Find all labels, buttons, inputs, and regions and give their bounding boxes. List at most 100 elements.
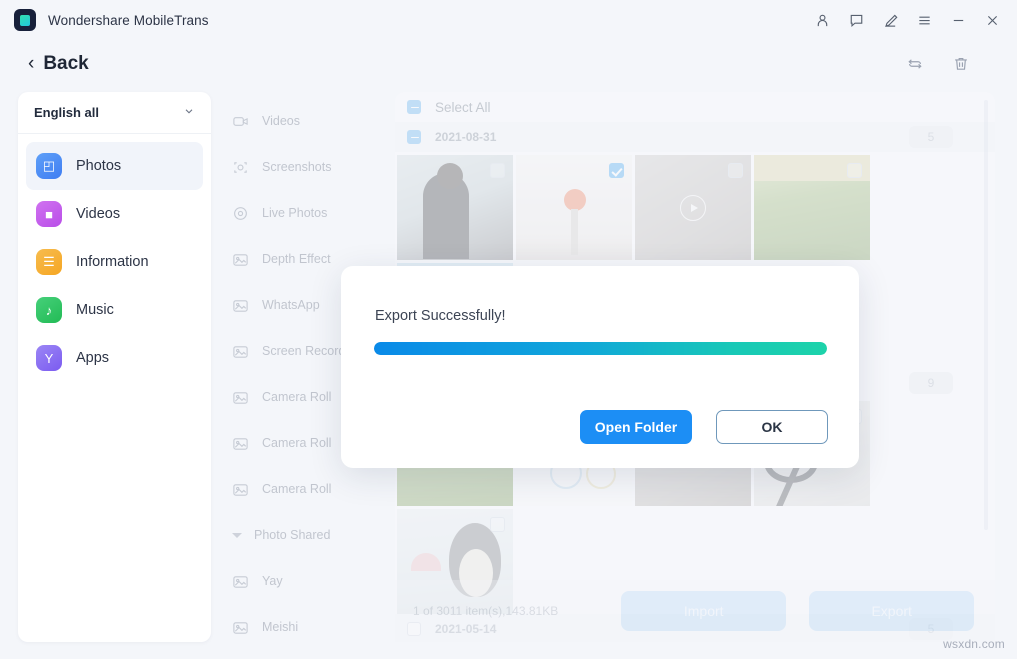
photo-icon xyxy=(232,619,249,636)
mushroom-shape xyxy=(411,553,441,571)
bottom-bar: 1 of 3011 item(s),143.81KB Import Export xyxy=(395,580,995,642)
dialog-actions: Open Folder OK xyxy=(580,410,828,444)
select-all-row[interactable]: Select All xyxy=(395,92,995,122)
thumb-video[interactable] xyxy=(635,155,751,260)
category-item-label: Camera Roll xyxy=(262,390,331,404)
category-item-label: Camera Roll xyxy=(262,436,331,450)
photo-icon xyxy=(232,435,249,452)
thumbnail-checkbox[interactable] xyxy=(490,163,505,178)
trash-icon[interactable] xyxy=(951,54,971,74)
screenshot-icon xyxy=(232,159,249,176)
sidebar-item-photos[interactable]: ◰ Photos xyxy=(26,142,203,190)
caret-down-icon xyxy=(232,533,242,538)
music-icon: ♪ xyxy=(36,297,62,323)
category-item-label: Yay xyxy=(262,574,283,588)
export-button[interactable]: Export xyxy=(809,591,974,631)
app-title: Wondershare MobileTrans xyxy=(48,13,209,28)
photos-icon: ◰ xyxy=(36,153,62,179)
category-item-videos[interactable]: Videos xyxy=(220,98,395,144)
hamburger-menu-icon[interactable] xyxy=(916,12,933,29)
import-button[interactable]: Import xyxy=(621,591,786,631)
chevron-left-icon: ‹ xyxy=(28,54,34,73)
date-group-count: 5 xyxy=(909,126,953,148)
photo-icon xyxy=(232,573,249,590)
sidebar-item-label: Photos xyxy=(76,158,121,174)
date-group-header[interactable]: 2021-08-31 5 xyxy=(395,122,995,152)
thumbnail-checkbox[interactable] xyxy=(490,517,505,532)
app-window: Wondershare MobileTrans xyxy=(0,0,1017,659)
category-item-label: Meishi xyxy=(262,620,298,634)
photo-icon xyxy=(232,297,249,314)
category-item-yay[interactable]: Yay xyxy=(220,558,395,604)
category-item-label: Videos xyxy=(262,114,300,128)
language-label: English all xyxy=(34,105,99,120)
chevron-down-icon xyxy=(183,105,195,120)
category-item-camera-roll[interactable]: Camera Roll xyxy=(220,466,395,512)
refresh-icon[interactable] xyxy=(905,54,925,74)
category-group-photo-shared[interactable]: Photo Shared xyxy=(220,512,395,558)
category-item-label: WhatsApp xyxy=(262,298,320,312)
videos-icon: ■ xyxy=(36,201,62,227)
mobiletrans-logo-icon xyxy=(14,9,36,31)
category-item-meishi[interactable]: Meishi xyxy=(220,604,395,650)
open-folder-button[interactable]: Open Folder xyxy=(580,410,692,444)
sidebar-item-label: Videos xyxy=(76,206,120,222)
window-controls xyxy=(814,12,1001,29)
category-item-label: Depth Effect xyxy=(262,252,331,266)
progress-bar xyxy=(374,342,827,355)
sidebar-item-apps[interactable]: Y Apps xyxy=(26,334,203,382)
select-all-checkbox[interactable] xyxy=(407,100,421,114)
thumb-flowers[interactable] xyxy=(516,155,632,260)
thumb-field[interactable] xyxy=(754,155,870,260)
sidebar-item-label: Music xyxy=(76,302,114,318)
sidebar-item-videos[interactable]: ■ Videos xyxy=(26,190,203,238)
title-bar: Wondershare MobileTrans xyxy=(0,0,1017,40)
sidebar-item-music[interactable]: ♪ Music xyxy=(26,286,203,334)
edit-pen-icon[interactable] xyxy=(882,12,899,29)
information-icon: ☰ xyxy=(36,249,62,275)
category-item-label: Live Photos xyxy=(262,206,327,220)
back-bar: ‹ Back xyxy=(0,40,1017,88)
play-icon xyxy=(680,195,706,221)
category-group-label: Photo Shared xyxy=(254,528,330,542)
sidebar-item-label: Apps xyxy=(76,350,109,366)
export-success-dialog: Export Successfully! Open Folder OK xyxy=(341,266,859,468)
dialog-title: Export Successfully! xyxy=(375,308,506,324)
feedback-icon[interactable] xyxy=(848,12,865,29)
sidebar-item-label: Information xyxy=(76,254,149,270)
ok-button[interactable]: OK xyxy=(716,410,828,444)
photo-icon xyxy=(232,389,249,406)
selection-status: 1 of 3011 item(s),143.81KB xyxy=(413,604,558,618)
minimize-icon[interactable] xyxy=(950,12,967,29)
photo-icon xyxy=(232,481,249,498)
content-scrollbar[interactable] xyxy=(984,100,988,530)
date-group-checkbox[interactable] xyxy=(407,130,421,144)
thumb-person[interactable] xyxy=(397,155,513,260)
account-icon[interactable] xyxy=(814,12,831,29)
sidebar: English all ◰ Photos ■ Videos ☰ Information ♪ M… xyxy=(18,92,211,642)
sidebar-item-information[interactable]: ☰ Information xyxy=(26,238,203,286)
category-item-label: Screenshots xyxy=(262,160,331,174)
progress-fill xyxy=(374,342,827,355)
thumbnail-checkbox[interactable] xyxy=(728,163,743,178)
close-icon[interactable] xyxy=(984,12,1001,29)
back-button[interactable]: ‹ Back xyxy=(28,53,89,75)
back-label: Back xyxy=(43,53,88,75)
category-item-label: Camera Roll xyxy=(262,482,331,496)
date-group-count: 9 xyxy=(909,372,953,394)
photo-icon xyxy=(232,251,249,268)
video-camera-icon xyxy=(232,113,249,130)
photo-icon xyxy=(232,343,249,360)
category-item-screenshots[interactable]: Screenshots xyxy=(220,144,395,190)
back-bar-tools xyxy=(905,54,971,74)
watermark: wsxdn.com xyxy=(943,637,1005,651)
date-group-label: 2021-08-31 xyxy=(435,130,496,144)
category-item-live-photos[interactable]: Live Photos xyxy=(220,190,395,236)
apps-icon: Y xyxy=(36,345,62,371)
language-selector[interactable]: English all xyxy=(18,92,211,134)
sidebar-nav: ◰ Photos ■ Videos ☰ Information ♪ Music Y Apps xyxy=(18,134,211,382)
live-photo-icon xyxy=(232,205,249,222)
thumbnail-checkbox[interactable] xyxy=(609,163,624,178)
select-all-label: Select All xyxy=(435,100,491,115)
thumbnail-checkbox[interactable] xyxy=(847,163,862,178)
